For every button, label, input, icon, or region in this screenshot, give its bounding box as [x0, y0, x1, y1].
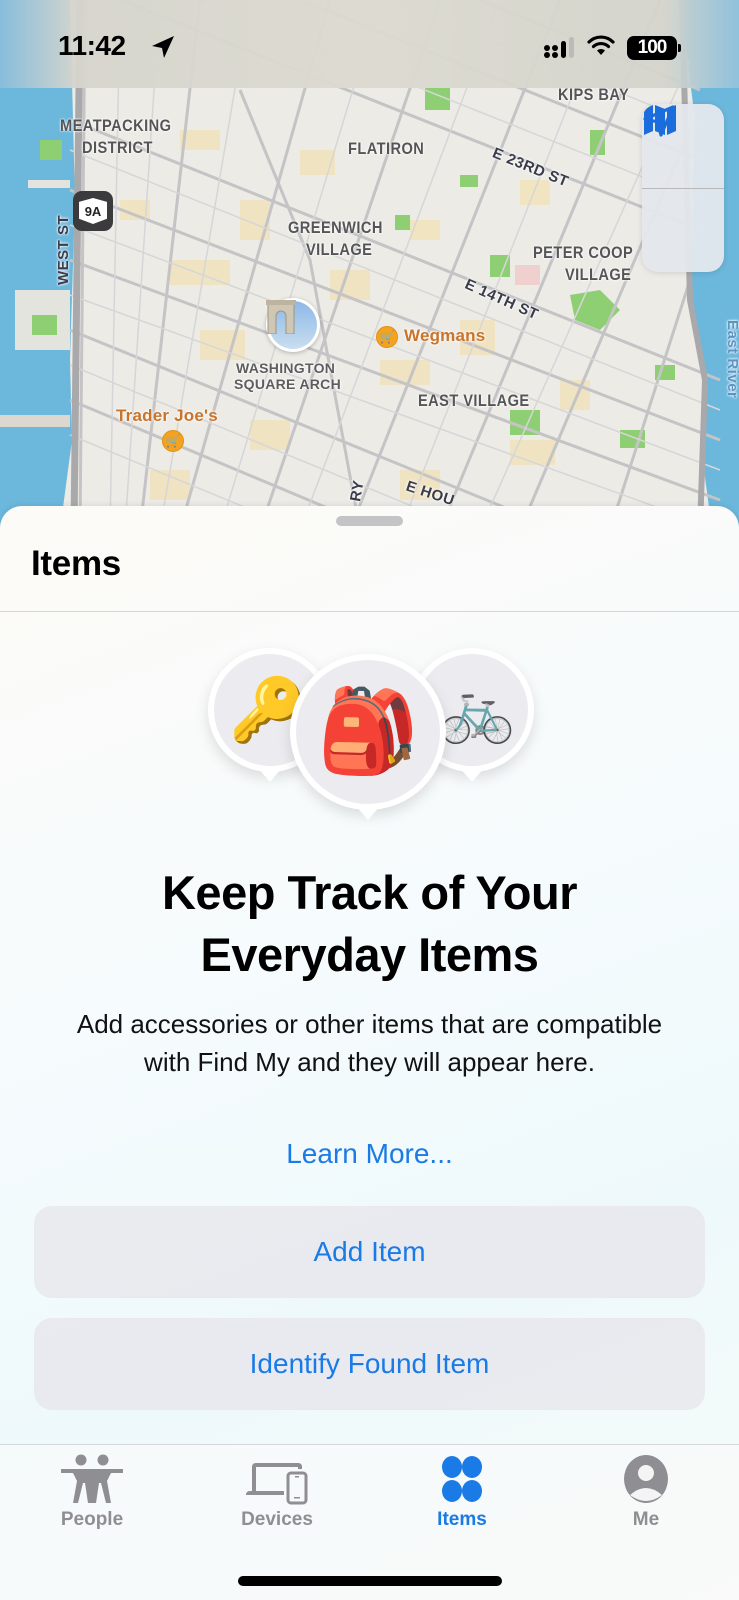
grocery-cart-icon[interactable]: 🛒 [162, 430, 184, 452]
map-label-wegmans[interactable]: Wegmans [404, 326, 485, 346]
arch-icon [266, 300, 317, 349]
map-label-peter-cooper: PETER COOP [533, 243, 634, 262]
identify-found-item-button[interactable]: Identify Found Item [34, 1318, 705, 1410]
status-indicators: 100 [543, 34, 681, 61]
sheet-title: Items [31, 544, 121, 583]
route-9a-shield: 9A [73, 191, 113, 231]
pier [28, 180, 70, 188]
add-item-button[interactable]: Add Item [34, 1206, 705, 1298]
backpack-icon: 🎒 [316, 686, 420, 777]
people-icon [61, 1454, 123, 1503]
learn-more-link[interactable]: Learn More... [0, 1138, 739, 1170]
map-label-west-st: WEST ST [55, 214, 72, 285]
headline-line-2: Everyday Items [200, 928, 539, 981]
items-icon [442, 1456, 482, 1502]
tab-label: Items [437, 1509, 487, 1530]
locate-me-button[interactable] [642, 105, 724, 272]
pier [0, 415, 70, 427]
map-controls [642, 104, 724, 272]
sheet-grabber[interactable] [336, 516, 403, 526]
map-label-square-arch: SQUARE ARCH [234, 376, 342, 392]
route-number: 9A [79, 198, 107, 224]
items-illustration: 🔑 🚲 🎒 [200, 648, 540, 818]
home-indicator[interactable] [238, 1576, 502, 1586]
map-label-district: DISTRICT [82, 138, 153, 157]
cellular-signal-icon [543, 36, 575, 59]
sheet-divider [0, 611, 739, 612]
map-label-flatiron: FLATIRON [348, 139, 425, 158]
map-label-peter-cooper-village: VILLAGE [565, 265, 632, 284]
map-label-washington: WASHINGTON [236, 360, 336, 376]
map-label-meatpacking: MEATPACKING [60, 116, 172, 135]
empty-state-description: Add accessories or other items that are … [76, 1009, 663, 1077]
bicycle-icon: 🚲 [438, 675, 516, 745]
map-label-kips-bay: KIPS BAY [558, 85, 630, 104]
wifi-icon [587, 34, 615, 61]
location-arrow-icon [150, 34, 176, 65]
status-time: 11:42 [58, 30, 126, 61]
devices-icon [246, 1463, 308, 1505]
hospital-area [515, 265, 540, 285]
map-label-village: VILLAGE [306, 240, 373, 259]
map-label-greenwich: GREENWICH [288, 218, 383, 237]
map-label-east-village: EAST VILLAGE [418, 391, 530, 410]
tab-items[interactable]: Items [402, 1453, 522, 1531]
location-arrow-icon [643, 105, 675, 137]
tab-me[interactable]: Me [586, 1453, 706, 1531]
battery-level: 100 [637, 36, 668, 58]
status-bar: 11:42 100 [0, 0, 739, 88]
washington-square-arch-pin[interactable] [266, 298, 320, 352]
tab-label: Me [632, 1509, 660, 1530]
headline-line-1: Keep Track of Your [161, 866, 578, 919]
map-label-trader-joes[interactable]: Trader Joe's [116, 406, 218, 426]
backpack-bubble: 🎒 [290, 654, 446, 810]
person-circle-icon [624, 1455, 668, 1503]
grocery-cart-icon[interactable]: 🛒 [376, 326, 398, 348]
tab-label: Devices [241, 1509, 313, 1530]
tab-devices[interactable]: Devices [217, 1453, 337, 1531]
tab-label: People [60, 1509, 124, 1530]
map-label-east-river: East River [724, 320, 739, 399]
tab-people[interactable]: People [32, 1453, 152, 1531]
empty-state-headline: Keep Track of Your Everyday Items [0, 862, 739, 986]
battery-icon: 100 [627, 35, 681, 60]
